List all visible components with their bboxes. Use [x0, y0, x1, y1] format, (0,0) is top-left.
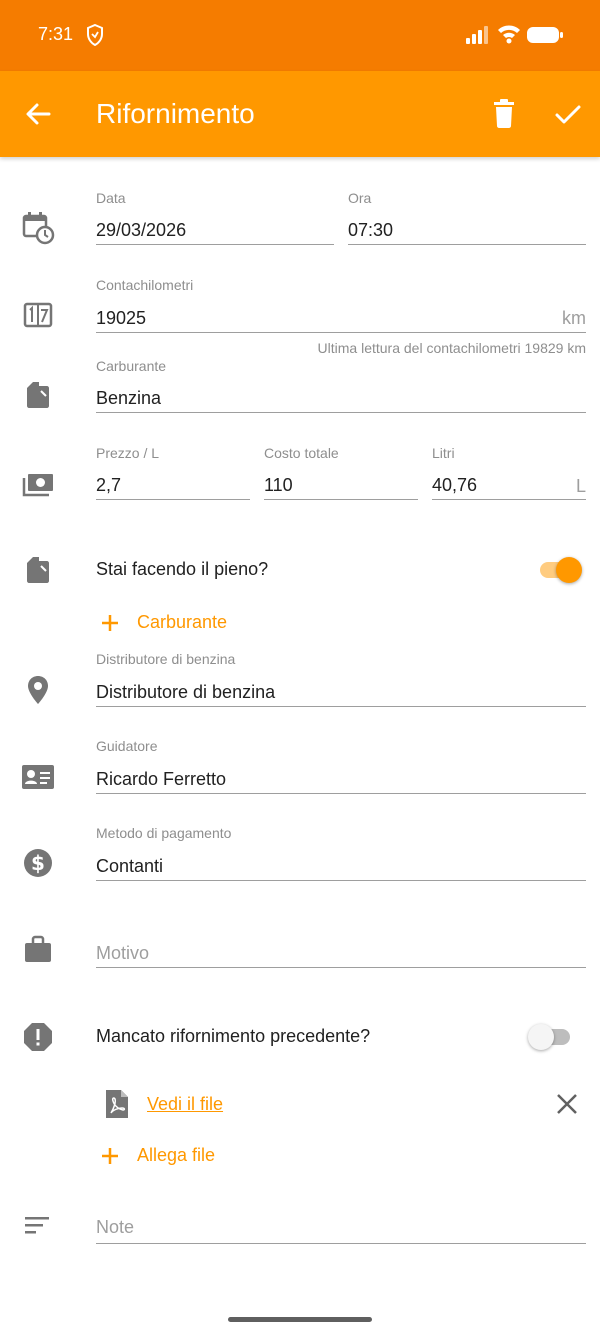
- payment-method-value: Contanti: [96, 856, 164, 876]
- odometer-value: 19025: [96, 308, 147, 328]
- dollar-circle-icon: $: [22, 847, 54, 879]
- odometer-unit: km: [562, 308, 586, 328]
- missed-refuel-label: Mancato rifornimento precedente?: [96, 1026, 371, 1046]
- alert-octagon-icon: [22, 1021, 54, 1053]
- save-button[interactable]: [552, 98, 584, 130]
- station-field[interactable]: Distributore di benzina Distributore di …: [96, 651, 586, 707]
- notes-underline: [96, 1243, 586, 1244]
- delete-button[interactable]: [489, 98, 519, 130]
- date-field[interactable]: Data 29/03/2026: [96, 190, 334, 246]
- liters-underline: [432, 499, 586, 500]
- fuel-type-value: Benzina: [96, 388, 162, 408]
- status-time: 7:31: [38, 24, 74, 44]
- time-value: 07:30: [348, 220, 394, 240]
- liters-value: 40,76: [432, 475, 478, 495]
- fuel-type-field[interactable]: Carburante Benzina: [96, 358, 586, 414]
- back-arrow-icon: [26, 103, 51, 125]
- shield-icon: [86, 23, 104, 51]
- app-bar: Rifornimento: [0, 71, 600, 157]
- signal-icon: [466, 25, 490, 50]
- driver-label: Guidatore: [96, 738, 158, 754]
- price-per-liter-label: Prezzo / L: [96, 445, 160, 461]
- total-cost-value: 110: [264, 475, 293, 495]
- notes-placeholder: Note: [96, 1217, 135, 1237]
- check-icon: [555, 105, 581, 124]
- wifi-icon: [497, 24, 521, 49]
- date-label: Data: [96, 190, 126, 206]
- time-underline: [348, 244, 586, 245]
- full-tank-label: Stai facendo il pieno?: [96, 559, 269, 579]
- switch-thumb: [556, 557, 582, 583]
- calendar-clock-icon: [21, 211, 55, 245]
- odometer-field[interactable]: Contachilometri 19025 km: [96, 277, 586, 333]
- battery-icon: [526, 26, 564, 49]
- missed-refuel-switch[interactable]: [528, 1021, 572, 1051]
- reason-input[interactable]: Motivo: [96, 912, 586, 968]
- fuel-can-icon: [22, 379, 54, 411]
- view-file-link[interactable]: Vedi il file: [147, 1094, 223, 1115]
- add-fuel-button[interactable]: Carburante: [100, 607, 260, 639]
- total-cost-label: Costo totale: [264, 445, 339, 461]
- pdf-file-icon: [103, 1088, 135, 1120]
- notes-input[interactable]: Note: [96, 1188, 586, 1244]
- total-cost-field[interactable]: Costo totale 110: [264, 445, 418, 501]
- driver-id-card-icon: [20, 762, 54, 794]
- reason-placeholder: Motivo: [96, 943, 150, 963]
- fuel-type-underline: [96, 412, 586, 413]
- odometer-label: Contachilometri: [96, 277, 194, 293]
- home-indicator[interactable]: [228, 1317, 372, 1322]
- driver-field[interactable]: Guidatore Ricardo Ferretto: [96, 738, 586, 794]
- payment-method-label: Metodo di pagamento: [96, 825, 232, 841]
- full-tank-switch[interactable]: [538, 554, 582, 584]
- driver-underline: [96, 793, 586, 794]
- total-cost-underline: [264, 499, 418, 500]
- money-icon: [21, 470, 53, 502]
- liters-label: Litri: [432, 445, 455, 461]
- price-per-liter-underline: [96, 499, 250, 500]
- notes-icon: [22, 1212, 54, 1244]
- close-icon: [557, 1094, 577, 1114]
- payment-method-underline: [96, 880, 586, 881]
- driver-value: Ricardo Ferretto: [96, 769, 227, 789]
- odometer-icon: [22, 299, 54, 331]
- reason-underline: [96, 967, 586, 968]
- svg-text:$: $: [31, 851, 45, 875]
- liters-unit: L: [575, 476, 586, 496]
- station-value: Distributore di benzina: [96, 682, 276, 702]
- odometer-helper-text: Ultima lettura del contachilometri 19829…: [317, 340, 586, 356]
- odometer-underline: [96, 332, 586, 333]
- time-label: Ora: [348, 190, 372, 206]
- price-per-liter-field[interactable]: Prezzo / L 2,7: [96, 445, 250, 501]
- page-title: Rifornimento: [96, 98, 255, 129]
- liters-field[interactable]: Litri 40,76 L: [432, 445, 586, 501]
- plus-icon: [102, 615, 118, 631]
- fuel-type-label: Carburante: [96, 358, 167, 374]
- date-underline: [96, 244, 334, 245]
- back-button[interactable]: [22, 98, 54, 130]
- briefcase-icon: [22, 934, 54, 966]
- status-bar: 7:31: [0, 0, 600, 71]
- fuel-can-icon: [22, 554, 54, 586]
- location-pin-icon: [23, 674, 55, 706]
- price-per-liter-value: 2,7: [96, 475, 122, 495]
- plus-icon: [102, 1148, 118, 1164]
- time-field[interactable]: Ora 07:30: [348, 190, 586, 246]
- station-label: Distributore di benzina: [96, 651, 236, 667]
- station-underline: [96, 706, 586, 707]
- add-fuel-label: Carburante: [137, 612, 228, 632]
- switch-thumb: [528, 1024, 554, 1050]
- delete-icon: [494, 99, 514, 128]
- date-value: 29/03/2026: [96, 220, 187, 240]
- payment-method-field[interactable]: Metodo di pagamento Contanti: [96, 825, 586, 881]
- attach-file-button[interactable]: Allega file: [100, 1140, 260, 1172]
- remove-file-button[interactable]: [553, 1090, 581, 1118]
- attach-file-label: Allega file: [137, 1145, 216, 1165]
